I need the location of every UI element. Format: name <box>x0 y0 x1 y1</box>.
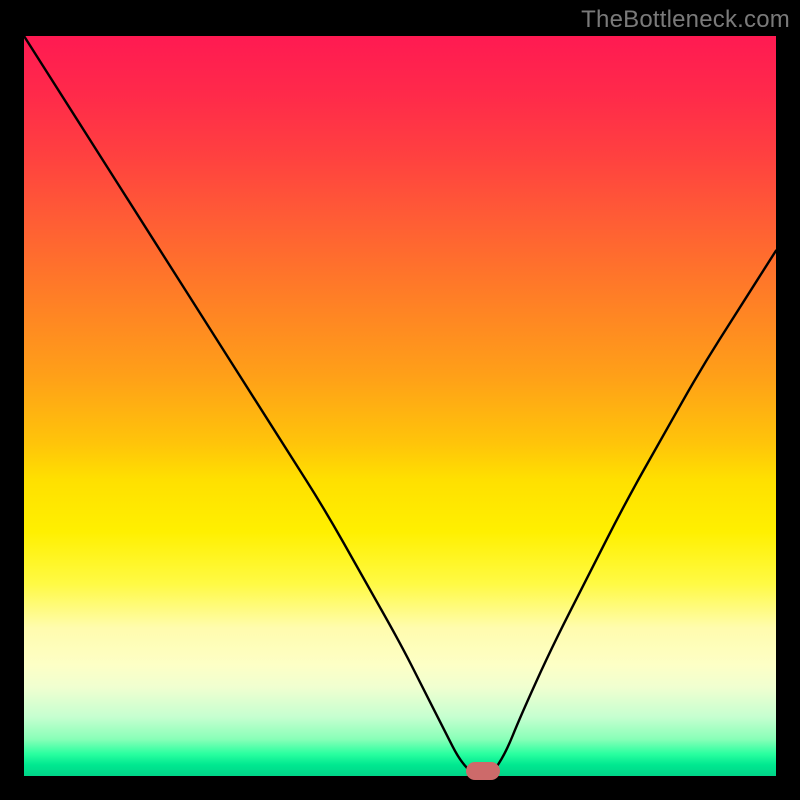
watermark-text: TheBottleneck.com <box>581 6 790 34</box>
curve-path <box>24 36 776 776</box>
bottleneck-curve <box>24 36 776 776</box>
chart-container: TheBottleneck.com <box>0 0 800 800</box>
plot-area <box>24 36 776 776</box>
optimal-marker <box>466 762 500 780</box>
